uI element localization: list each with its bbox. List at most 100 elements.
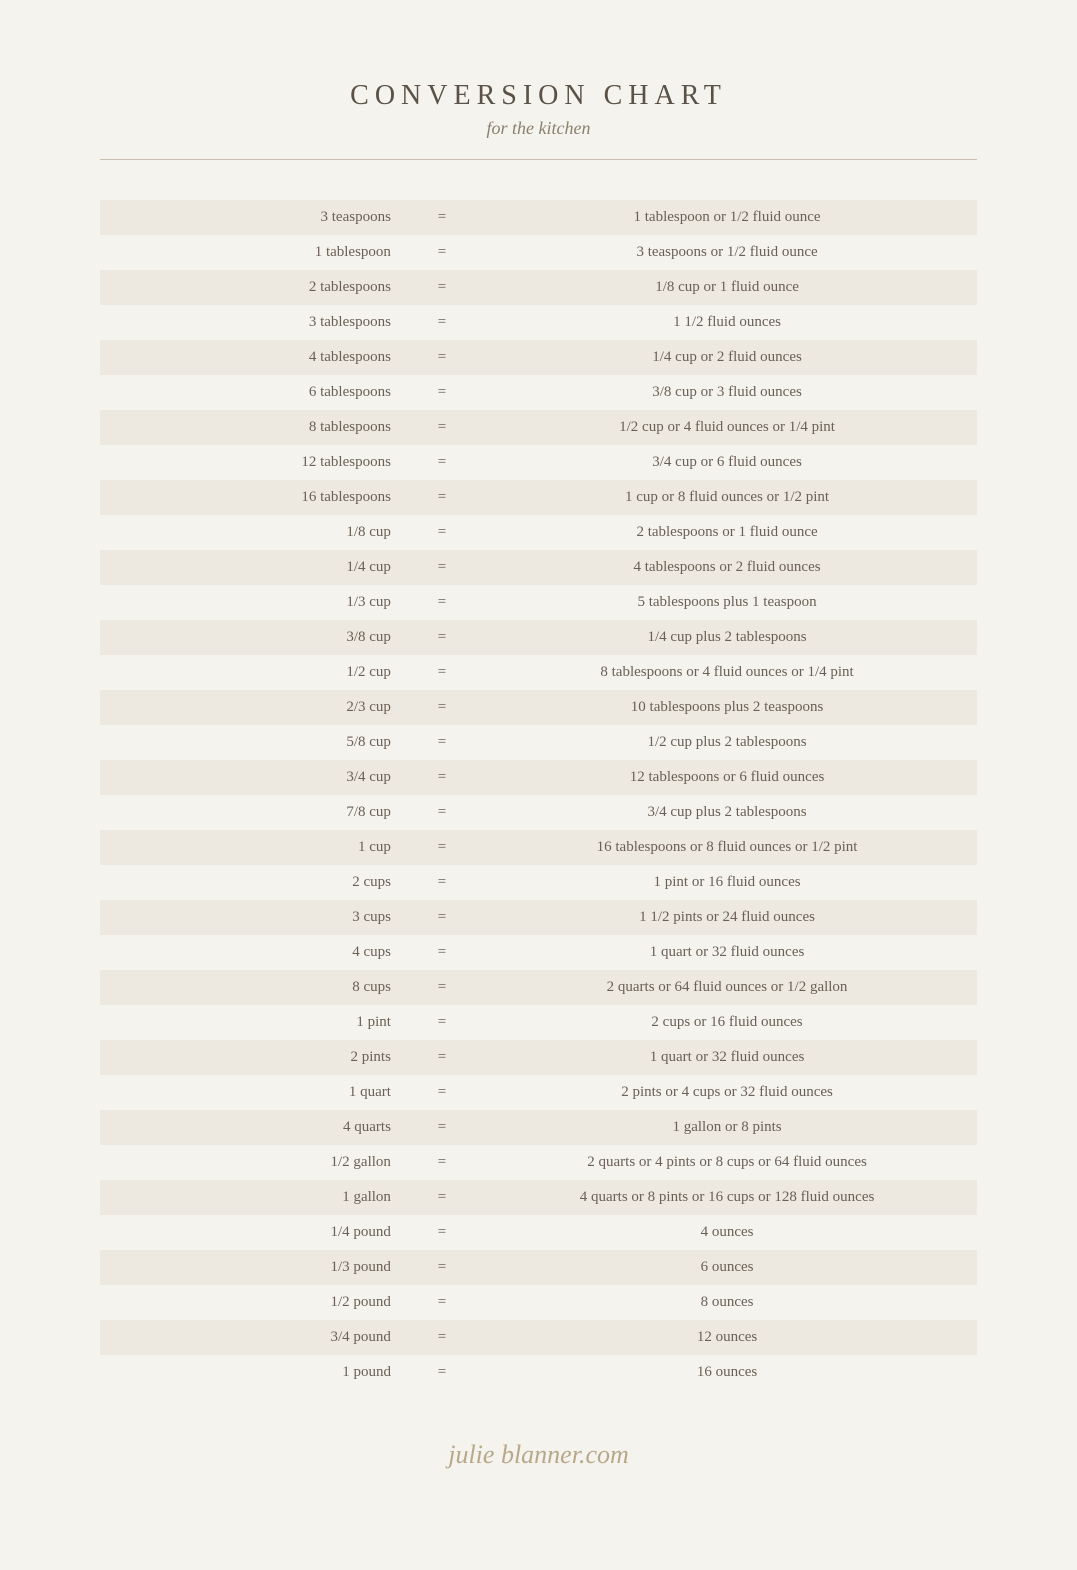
cell-left: 1 cup [100,830,407,865]
cell-left: 2 cups [100,865,407,900]
cell-right: 8 tablespoons or 4 fluid ounces or 1/4 p… [477,655,977,690]
table-row: 1/3 cup=5 tablespoons plus 1 teaspoon [100,585,977,620]
cell-equals: = [407,550,477,585]
cell-equals: = [407,795,477,830]
cell-equals: = [407,585,477,620]
cell-equals: = [407,1005,477,1040]
cell-right: 2 quarts or 4 pints or 8 cups or 64 flui… [477,1145,977,1180]
table-row: 3 cups=1 1/2 pints or 24 fluid ounces [100,900,977,935]
cell-right: 1/2 cup plus 2 tablespoons [477,725,977,760]
cell-right: 1 1/2 fluid ounces [477,305,977,340]
cell-left: 1/3 cup [100,585,407,620]
cell-right: 2 quarts or 64 fluid ounces or 1/2 gallo… [477,970,977,1005]
table-row: 2/3 cup=10 tablespoons plus 2 teaspoons [100,690,977,725]
cell-equals: = [407,515,477,550]
cell-equals: = [407,1285,477,1320]
footer: julie blanner.com [100,1440,977,1470]
cell-right: 1/8 cup or 1 fluid ounce [477,270,977,305]
cell-equals: = [407,655,477,690]
cell-left: 1/8 cup [100,515,407,550]
table-row: 1/8 cup=2 tablespoons or 1 fluid ounce [100,515,977,550]
cell-equals: = [407,445,477,480]
cell-equals: = [407,970,477,1005]
main-title: CONVERSION CHART [100,80,977,112]
cell-equals: = [407,1040,477,1075]
cell-left: 1 tablespoon [100,235,407,270]
cell-right: 12 ounces [477,1320,977,1355]
conversion-table: 3 teaspoons=1 tablespoon or 1/2 fluid ou… [100,200,977,1390]
table-row: 16 tablespoons=1 cup or 8 fluid ounces o… [100,480,977,515]
cell-right: 8 ounces [477,1285,977,1320]
cell-equals: = [407,690,477,725]
cell-equals: = [407,270,477,305]
cell-right: 1 tablespoon or 1/2 fluid ounce [477,200,977,235]
table-row: 1 pound=16 ounces [100,1355,977,1390]
table-row: 2 pints=1 quart or 32 fluid ounces [100,1040,977,1075]
cell-right: 1 quart or 32 fluid ounces [477,935,977,970]
sub-title: for the kitchen [100,118,977,139]
cell-equals: = [407,235,477,270]
cell-equals: = [407,1180,477,1215]
cell-right: 1 1/2 pints or 24 fluid ounces [477,900,977,935]
cell-right: 4 ounces [477,1215,977,1250]
table-row: 1/2 pound=8 ounces [100,1285,977,1320]
header: CONVERSION CHART for the kitchen [100,80,977,160]
table-row: 1 quart=2 pints or 4 cups or 32 fluid ou… [100,1075,977,1110]
cell-left: 3/8 cup [100,620,407,655]
table-row: 2 tablespoons=1/8 cup or 1 fluid ounce [100,270,977,305]
table-row: 3/4 pound=12 ounces [100,1320,977,1355]
cell-right: 3 teaspoons or 1/2 fluid ounce [477,235,977,270]
cell-left: 1/2 cup [100,655,407,690]
table-row: 1/3 pound=6 ounces [100,1250,977,1285]
cell-left: 1/2 pound [100,1285,407,1320]
cell-left: 1 gallon [100,1180,407,1215]
cell-right: 4 tablespoons or 2 fluid ounces [477,550,977,585]
cell-right: 1/4 cup plus 2 tablespoons [477,620,977,655]
cell-right: 2 pints or 4 cups or 32 fluid ounces [477,1075,977,1110]
table-row: 12 tablespoons=3/4 cup or 6 fluid ounces [100,445,977,480]
cell-left: 1/2 gallon [100,1145,407,1180]
table-row: 3 teaspoons=1 tablespoon or 1/2 fluid ou… [100,200,977,235]
cell-left: 5/8 cup [100,725,407,760]
cell-left: 3 teaspoons [100,200,407,235]
cell-equals: = [407,340,477,375]
cell-equals: = [407,830,477,865]
cell-equals: = [407,1215,477,1250]
table-row: 8 cups=2 quarts or 64 fluid ounces or 1/… [100,970,977,1005]
cell-left: 2/3 cup [100,690,407,725]
cell-left: 2 pints [100,1040,407,1075]
cell-left: 7/8 cup [100,795,407,830]
table-row: 5/8 cup=1/2 cup plus 2 tablespoons [100,725,977,760]
cell-equals: = [407,1145,477,1180]
table-row: 1/4 pound=4 ounces [100,1215,977,1250]
cell-right: 1/4 cup or 2 fluid ounces [477,340,977,375]
cell-left: 1 pound [100,1355,407,1390]
table-row: 6 tablespoons=3/8 cup or 3 fluid ounces [100,375,977,410]
cell-equals: = [407,375,477,410]
cell-right: 2 tablespoons or 1 fluid ounce [477,515,977,550]
cell-equals: = [407,935,477,970]
cell-equals: = [407,1110,477,1145]
table-row: 1/4 cup=4 tablespoons or 2 fluid ounces [100,550,977,585]
cell-right: 2 cups or 16 fluid ounces [477,1005,977,1040]
cell-left: 1/3 pound [100,1250,407,1285]
table-row: 1 tablespoon=3 teaspoons or 1/2 fluid ou… [100,235,977,270]
cell-right: 4 quarts or 8 pints or 16 cups or 128 fl… [477,1180,977,1215]
cell-equals: = [407,410,477,445]
cell-equals: = [407,200,477,235]
cell-left: 6 tablespoons [100,375,407,410]
cell-left: 3 cups [100,900,407,935]
cell-left: 3 tablespoons [100,305,407,340]
cell-left: 1/4 pound [100,1215,407,1250]
table-row: 4 cups=1 quart or 32 fluid ounces [100,935,977,970]
table-row: 2 cups=1 pint or 16 fluid ounces [100,865,977,900]
cell-right: 1 gallon or 8 pints [477,1110,977,1145]
cell-left: 16 tablespoons [100,480,407,515]
cell-left: 1 pint [100,1005,407,1040]
cell-left: 12 tablespoons [100,445,407,480]
table-row: 7/8 cup=3/4 cup plus 2 tablespoons [100,795,977,830]
cell-right: 10 tablespoons plus 2 teaspoons [477,690,977,725]
cell-right: 16 tablespoons or 8 fluid ounces or 1/2 … [477,830,977,865]
cell-right: 16 ounces [477,1355,977,1390]
cell-equals: = [407,480,477,515]
